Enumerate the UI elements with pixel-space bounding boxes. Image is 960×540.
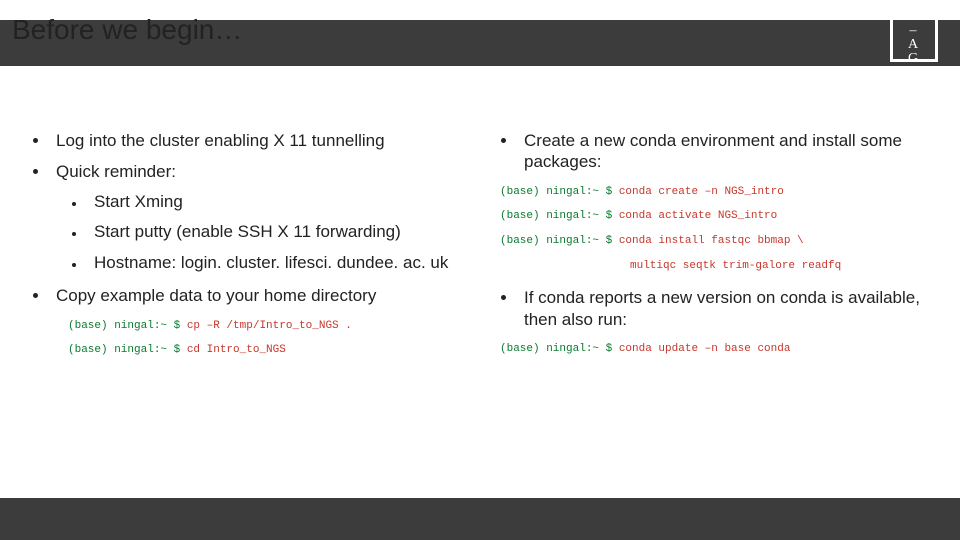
right-column: Create a new conda environment and insta… (480, 130, 960, 482)
slide-title: Before we begin… (12, 14, 242, 46)
left-column: Log into the cluster enabling X 11 tunne… (0, 130, 480, 482)
command: cd Intro_to_NGS (187, 344, 286, 356)
left-bullet-reminder-text: Quick reminder: (56, 162, 176, 181)
left-sub-hostname: Hostname: login. cluster. lifesci. dunde… (86, 252, 470, 275)
left-bullet-login: Log into the cluster enabling X 11 tunne… (50, 130, 470, 151)
footer-bar (0, 498, 960, 540)
prompt: (base) ningal:~ $ (500, 186, 619, 198)
right-terminal-update: (base) ningal:~ $ conda update –n base c… (500, 340, 938, 359)
left-terminal-cd: (base) ningal:~ $ cd Intro_to_NGS (68, 341, 470, 360)
body-columns: Log into the cluster enabling X 11 tunne… (0, 130, 960, 482)
left-sub-putty: Start putty (enable SSH X 11 forwarding) (86, 221, 470, 244)
prompt: (base) ningal:~ $ (500, 343, 619, 355)
left-sub-xming: Start Xming (86, 191, 470, 214)
command: conda update –n base conda (619, 343, 791, 355)
right-bullet-conda-update: If conda reports a new version on conda … (518, 287, 938, 330)
command: conda install fastqc bbmap \ (619, 235, 804, 247)
logo-row-1: D – (904, 0, 925, 24)
right-terminal-install: (base) ningal:~ $ conda install fastqc b… (500, 232, 938, 251)
right-bullet-conda-env: Create a new conda environment and insta… (518, 130, 938, 173)
right-terminal-activate: (base) ningal:~ $ conda activate NGS_int… (500, 207, 938, 226)
slide: Before we begin… D – – A G – Log into th… (0, 0, 960, 540)
prompt: (base) ningal:~ $ (68, 344, 187, 356)
right-terminal-install-cont: multiqc seqtk trim-galore readfq (630, 257, 938, 276)
logo-row-3: G – (904, 52, 925, 80)
logo-row-2: – A (904, 24, 925, 52)
left-terminal-cp: (base) ningal:~ $ cp –R /tmp/Intro_to_NG… (68, 317, 470, 336)
prompt: (base) ningal:~ $ (500, 210, 619, 222)
command: conda create –n NGS_intro (619, 186, 784, 198)
prompt: (base) ningal:~ $ (68, 320, 187, 332)
brand-logo: D – – A G – (890, 14, 938, 62)
command: cp –R /tmp/Intro_to_NGS . (187, 320, 352, 332)
command: conda activate NGS_intro (619, 210, 777, 222)
left-bullet-copy: Copy example data to your home directory (50, 285, 470, 306)
prompt: (base) ningal:~ $ (500, 235, 619, 247)
command: multiqc seqtk trim-galore readfq (630, 260, 841, 272)
right-terminal-create: (base) ningal:~ $ conda create –n NGS_in… (500, 183, 938, 202)
left-bullet-reminder: Quick reminder: Start Xming Start putty … (50, 161, 470, 275)
